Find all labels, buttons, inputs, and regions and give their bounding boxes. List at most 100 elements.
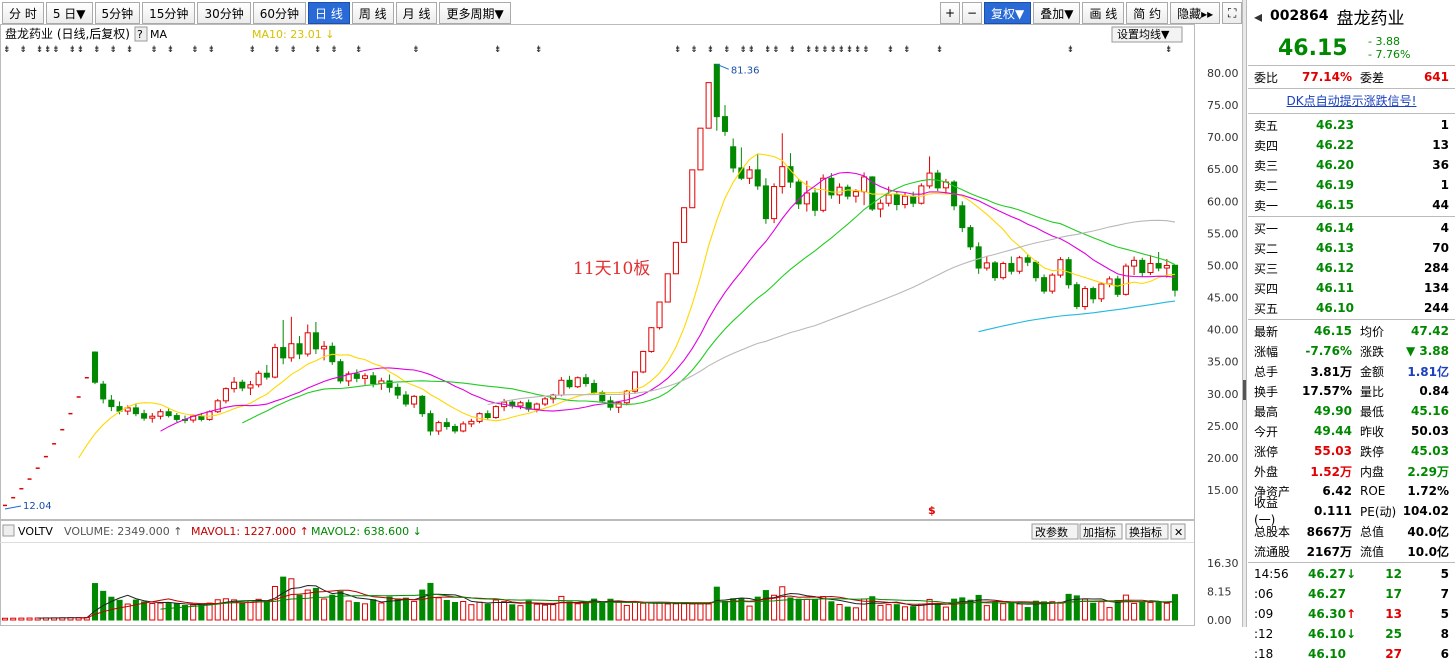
hide-panel-button[interactable]: 隐藏▸▸ xyxy=(1170,2,1221,24)
switch-indicator-button[interactable]: 换指标 xyxy=(1129,525,1162,539)
volume-bar xyxy=(1081,598,1089,621)
tick-count: 7 xyxy=(1440,587,1449,601)
quote-row: 收益(一) 0.111 PE(动) 104.02 xyxy=(1248,496,1455,527)
buy-order-row[interactable]: 买三 46.12 284 xyxy=(1248,258,1455,278)
tick-time: :09 xyxy=(1254,607,1274,621)
ma-line xyxy=(78,153,1176,459)
volume-bar xyxy=(484,603,491,621)
candle xyxy=(681,207,688,243)
zoom-in-button[interactable]: + xyxy=(940,2,960,24)
order-price: 46.22 xyxy=(1316,138,1354,152)
volume-bar xyxy=(10,617,17,621)
period-weekly-button[interactable]: 周 线 xyxy=(351,2,394,24)
back-icon[interactable]: ◂ xyxy=(1254,7,1262,26)
event-marker-icon: ⇟ xyxy=(739,45,747,55)
fuquan-dropdown[interactable]: 复权▼ xyxy=(984,2,1032,24)
period-30min-button[interactable]: 30分钟 xyxy=(197,2,251,24)
candle xyxy=(541,398,549,405)
volume-bar xyxy=(517,605,524,621)
sell-order-row[interactable]: 卖三 46.20 36 xyxy=(1248,155,1455,175)
order-qty: 44 xyxy=(1432,198,1449,212)
event-marker-icon: ⇟ xyxy=(314,45,322,55)
event-marker-icon: ⇟ xyxy=(68,45,76,55)
candle xyxy=(558,379,565,396)
volume-bar xyxy=(427,582,434,621)
overlay-dropdown[interactable]: 叠加▼ xyxy=(1033,2,1081,24)
volume-bar xyxy=(901,606,909,621)
buy-order-row[interactable]: 买一 46.14 4 xyxy=(1248,218,1455,238)
period-60min-button[interactable]: 60分钟 xyxy=(252,2,306,24)
sell-orders: 卖五 46.23 1 卖四 46.22 13 卖三 46.20 36 卖二 46.19 1 卖一 46.1… xyxy=(1248,115,1455,215)
quote-label: ROE xyxy=(1360,484,1386,498)
period-toolbar: 分 时5 日▼ 5分钟 15分钟 30分钟 60分钟日 线周 线月 线更多周期▼ xyxy=(2,2,513,24)
change-param-button[interactable]: 改参数 xyxy=(1035,525,1068,539)
quote-label: 均价 xyxy=(1360,324,1385,339)
buy-order-row[interactable]: 买二 46.13 70 xyxy=(1248,238,1455,258)
period-5day-button[interactable]: 5 日▼ xyxy=(45,2,93,24)
event-marker-icon: ⇟ xyxy=(846,45,854,55)
quote-label: 最新 xyxy=(1254,324,1279,339)
quote-label: 涨停 xyxy=(1254,444,1279,459)
candle xyxy=(754,169,761,187)
event-marker-icon: ⇟ xyxy=(273,45,281,55)
candle xyxy=(411,395,418,405)
price-box: 46.15 - 3.88 - 7.76% xyxy=(1248,32,1455,64)
order-price: 46.19 xyxy=(1316,178,1354,192)
kline-chart[interactable]: 盘龙药业 (日线,后复权)? MA MA10: 23.01 ↓ 设置均线▼ 80.00 7… xyxy=(0,24,1242,627)
event-marker-icon: ⇟ xyxy=(355,45,363,55)
candle xyxy=(173,415,180,420)
candle xyxy=(910,195,917,204)
tick-row: :06 46.27 17 7 xyxy=(1248,584,1455,604)
buy-order-row[interactable]: 买五 46.10 244 xyxy=(1248,298,1455,318)
event-marker-icon: ⇟ xyxy=(150,45,158,55)
zoom-out-button[interactable]: − xyxy=(962,2,982,24)
candle xyxy=(1163,264,1170,269)
buy-order-row[interactable]: 买四 46.11 134 xyxy=(1248,278,1455,298)
sell-order-row[interactable]: 卖五 46.23 1 xyxy=(1248,115,1455,135)
candle xyxy=(599,391,606,402)
volume-bar xyxy=(1090,602,1097,621)
set-ma-button[interactable]: 设置均线▼ xyxy=(1117,27,1170,41)
candle xyxy=(1049,274,1056,292)
dk-signal-link[interactable]: DK点自动提示涨跌信号! xyxy=(1248,90,1455,112)
event-marker-icon: ⇟ xyxy=(690,45,698,55)
candle xyxy=(697,127,704,171)
close-indicator-button[interactable]: ✕ xyxy=(1174,526,1183,539)
sell-order-row[interactable]: 卖一 46.15 44 xyxy=(1248,195,1455,215)
period-5min-button[interactable]: 5分钟 xyxy=(94,2,141,24)
candle xyxy=(280,347,287,359)
simple-mode-button[interactable]: 简 约 xyxy=(1126,2,1169,24)
candle xyxy=(239,381,246,389)
add-indicator-button[interactable]: 加指标 xyxy=(1083,525,1116,539)
event-marker-icon: ⇟ xyxy=(36,45,44,55)
candle xyxy=(1147,263,1154,274)
volume-bar xyxy=(615,601,622,621)
volume-bar xyxy=(942,606,949,621)
splitter-arrow-icon[interactable] xyxy=(1243,380,1246,400)
candle xyxy=(582,377,589,385)
ma-label: MA xyxy=(150,28,167,41)
event-marker-icon: ⇟ xyxy=(936,45,944,55)
tick-price: 46.27 xyxy=(1308,567,1346,581)
volume-tick-label: 0.00 xyxy=(1207,614,1232,627)
draw-line-button[interactable]: 画 线 xyxy=(1082,2,1125,24)
event-marker-icon: ⇟ xyxy=(494,45,502,55)
period-fenshi-button[interactable]: 分 时 xyxy=(2,2,44,24)
panel-splitter[interactable] xyxy=(1242,0,1247,627)
candle xyxy=(132,407,139,415)
fullscreen-icon[interactable]: ⛶ xyxy=(1222,2,1243,24)
candle xyxy=(771,186,778,220)
price-tick-label: 65.00 xyxy=(1207,163,1239,176)
volume-bar xyxy=(623,604,630,621)
period-monthly-button[interactable]: 月 线 xyxy=(395,2,438,24)
stock-header: ◂ 002864 盘龙药业 xyxy=(1248,0,1455,32)
period-15min-button[interactable]: 15分钟 xyxy=(142,2,196,24)
volume-bar xyxy=(1106,607,1113,621)
period-more-periods-button[interactable]: 更多周期▼ xyxy=(439,2,511,24)
sell-order-row[interactable]: 卖四 46.22 13 xyxy=(1248,135,1455,155)
tick-price: 46.30 xyxy=(1308,607,1346,621)
period-daily-button[interactable]: 日 线 xyxy=(308,2,350,24)
weicha-label: 委差 xyxy=(1360,70,1385,85)
sell-order-row[interactable]: 卖二 46.19 1 xyxy=(1248,175,1455,195)
volume-bar xyxy=(509,604,516,621)
